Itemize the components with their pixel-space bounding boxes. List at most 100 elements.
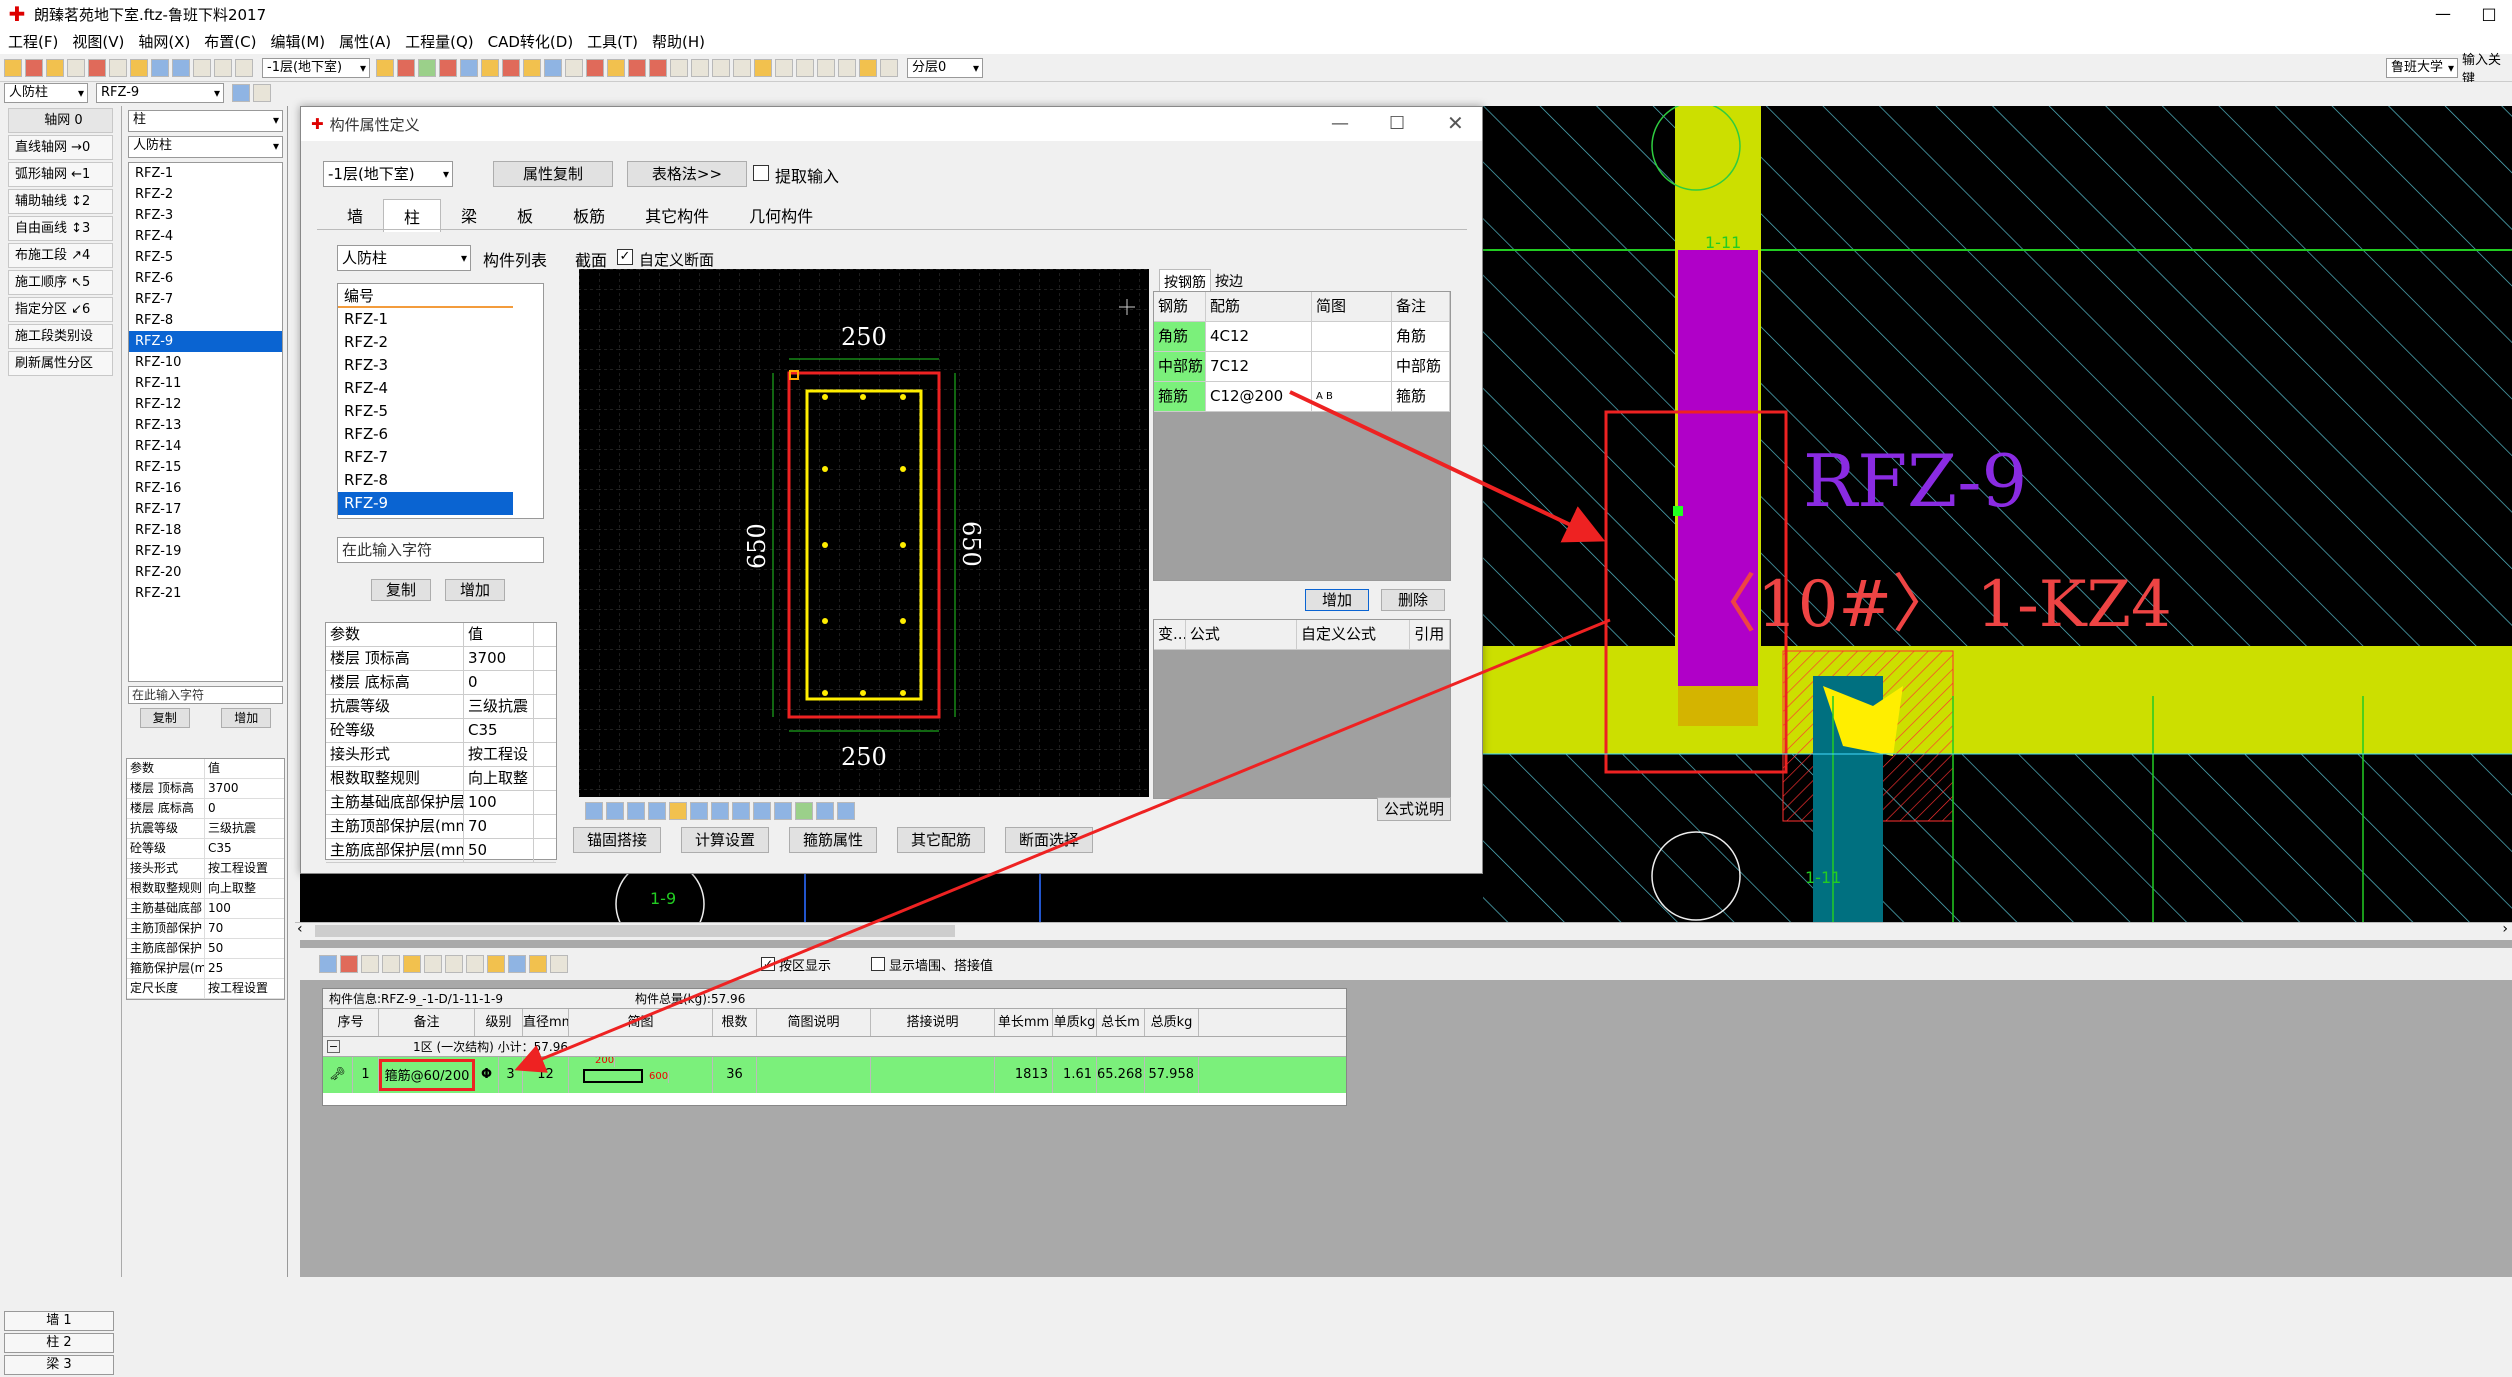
param-value[interactable]: 25 — [205, 959, 223, 978]
dialog-close-icon[interactable]: ✕ — [1447, 111, 1464, 135]
rebar-cell[interactable]: 7C12 — [1206, 352, 1312, 381]
dialog-type-select[interactable]: 人防柱 — [337, 245, 471, 271]
section-canvas[interactable]: 250 250 650 650 — [579, 269, 1149, 797]
param-value[interactable]: 向上取整 — [464, 767, 534, 790]
tab-slab-rebar[interactable]: 板筋 — [553, 199, 625, 232]
menu-view[interactable]: 视图(V) — [72, 31, 124, 52]
param-row[interactable]: 定尺长度 按工程设置 — [127, 979, 284, 999]
rebar-row[interactable]: 中部筋 7C12 中部筋 — [1154, 352, 1450, 382]
param-value[interactable]: 0 — [205, 799, 216, 818]
table-method-button[interactable]: 表格法>> — [627, 161, 747, 187]
snap-icon[interactable] — [796, 58, 814, 77]
list-item[interactable]: RFZ-13 — [129, 415, 282, 436]
menu-layout[interactable]: 布置(C) — [204, 31, 256, 52]
tab-geometry[interactable]: 几何构件 — [729, 199, 833, 232]
list-item[interactable]: RFZ-19 — [129, 541, 282, 562]
scroll-right-icon[interactable]: › — [2502, 921, 2508, 937]
maximize-button[interactable]: □ — [2466, 0, 2512, 28]
param-row[interactable]: 主筋基础底部 100 — [127, 899, 284, 919]
list-item[interactable]: RFZ-14 — [129, 436, 282, 457]
list-item[interactable]: RFZ-3 — [338, 354, 513, 377]
floor-select[interactable]: -1层(地下室) — [262, 57, 370, 78]
bt-line-icon[interactable] — [319, 955, 337, 973]
other-rebar-button[interactable]: 其它配筋 — [897, 827, 985, 853]
dialog-search-input[interactable]: 在此输入字符 — [337, 537, 544, 563]
param-value[interactable]: 0 — [464, 671, 534, 694]
param-row[interactable]: 主筋基础底部保护层(100 — [326, 791, 556, 815]
param-value[interactable]: 3700 — [464, 647, 534, 670]
tab-column[interactable]: 柱 — [383, 199, 442, 232]
tool-h-icon[interactable] — [523, 58, 541, 77]
sec-tool-12-icon[interactable] — [816, 802, 834, 820]
param-row[interactable]: 主筋顶部保护层(mm 70 — [326, 815, 556, 839]
table-icon[interactable] — [235, 58, 253, 77]
sec-tool-10-icon[interactable] — [774, 802, 792, 820]
param-value[interactable]: 按工程设置 — [205, 859, 268, 878]
group-row[interactable]: − 1区 (一次结构) 小计：57.96 — [323, 1037, 1346, 1057]
table-row[interactable]: 🗝 1 箍筋@60/200 Φ 3 12 200 600 36 1813 1.6… — [323, 1057, 1346, 1093]
tab-wall[interactable]: 墙 1 — [4, 1311, 114, 1331]
menu-project[interactable]: 工程(F) — [8, 31, 58, 52]
param-row[interactable]: 根数取整规则 向上取整 — [326, 767, 556, 791]
list-item[interactable]: RFZ-10 — [129, 352, 282, 373]
bt-gear-icon[interactable] — [508, 955, 526, 973]
nav-arc-axis[interactable]: 弧形轴网 ←1 — [8, 162, 113, 187]
tool-f-icon[interactable] — [481, 58, 499, 77]
list-item[interactable]: RFZ-7 — [129, 289, 282, 310]
param-row[interactable]: 楼层 底标高 0 — [326, 671, 556, 695]
param-value[interactable]: 按工程设 — [464, 743, 534, 766]
dialog-maximize-icon[interactable]: ☐ — [1389, 113, 1405, 134]
menu-attribute[interactable]: 属性(A) — [339, 31, 391, 52]
param-value[interactable]: 50 — [205, 939, 223, 958]
cad-canvas[interactable]: 1-11 RFZ-9 〈10#〉 1-KZ4 1-11 — [1483, 106, 2512, 922]
left-copy-button[interactable]: 复制 — [139, 708, 190, 728]
dialog-minimize-icon[interactable]: — — [1331, 113, 1349, 134]
extract-input-checkbox[interactable] — [753, 165, 769, 181]
param-row[interactable]: 接头形式 按工程设置 — [127, 859, 284, 879]
left-add-button[interactable]: 增加 — [221, 708, 272, 728]
list-item[interactable]: RFZ-1 — [129, 163, 282, 184]
sec-tool-6-icon[interactable] — [690, 802, 708, 820]
list-item[interactable]: RFZ-8 — [129, 310, 282, 331]
dialog-floor-select[interactable]: -1层(地下室) — [323, 161, 453, 187]
bt-folder-icon[interactable] — [403, 955, 421, 973]
param-value[interactable]: 三级抗震 — [464, 695, 534, 718]
sec-tool-11-icon[interactable] — [795, 802, 813, 820]
list-item[interactable]: RFZ-8 — [338, 469, 513, 492]
param-row[interactable]: 抗震等级 三级抗震 — [127, 819, 284, 839]
menu-quantity[interactable]: 工程量(Q) — [405, 31, 474, 52]
left-search-input[interactable]: 在此输入字符 — [128, 686, 283, 704]
clip-icon[interactable] — [214, 58, 232, 77]
bt-open-icon[interactable] — [529, 955, 547, 973]
param-value[interactable]: C35 — [464, 719, 534, 742]
rebar-cell[interactable]: 4C12 — [1206, 322, 1312, 351]
param-row[interactable]: 接头形式 按工程设 — [326, 743, 556, 767]
sec-tool-8-icon[interactable] — [732, 802, 750, 820]
param-value[interactable]: 向上取整 — [205, 879, 256, 898]
keyword-input[interactable]: 输入关键 — [2462, 49, 2512, 87]
print-icon[interactable] — [67, 58, 85, 77]
paste-icon[interactable] — [130, 58, 148, 77]
open-icon[interactable] — [4, 58, 22, 77]
tool-j-icon[interactable] — [565, 58, 583, 77]
pan-icon[interactable] — [754, 58, 772, 77]
scroll-left-icon[interactable]: ‹ — [297, 921, 303, 937]
properties-icon[interactable] — [232, 84, 250, 102]
param-row[interactable]: 箍筋保护层(m 25 — [127, 959, 284, 979]
light-icon[interactable] — [859, 58, 877, 77]
sec-tool-2-icon[interactable] — [606, 802, 624, 820]
rebar-cell[interactable]: C12@200 — [1206, 382, 1312, 411]
list-item[interactable]: RFZ-5 — [338, 400, 513, 423]
zoom-all-icon[interactable] — [733, 58, 751, 77]
param-row[interactable]: 抗震等级 三级抗震 — [326, 695, 556, 719]
canvas-hscroll[interactable]: ‹ › — [295, 921, 2512, 940]
bt-brush-icon[interactable] — [487, 955, 505, 973]
menu-cad[interactable]: CAD转化(D) — [488, 31, 574, 52]
right-combo[interactable]: 鲁班大学 — [2386, 57, 2458, 78]
menu-edit[interactable]: 编辑(M) — [270, 31, 325, 52]
nav-refresh-zone[interactable]: 刷新属性分区 — [8, 351, 113, 376]
rebar-row[interactable]: 箍筋 C12@200 A B 箍筋 — [1154, 382, 1450, 412]
param-row[interactable]: 主筋底部保护层(mm 50 — [326, 839, 556, 863]
param-row[interactable]: 根数取整规则 向上取整 — [127, 879, 284, 899]
section-select-button[interactable]: 断面选择 — [1005, 827, 1093, 853]
